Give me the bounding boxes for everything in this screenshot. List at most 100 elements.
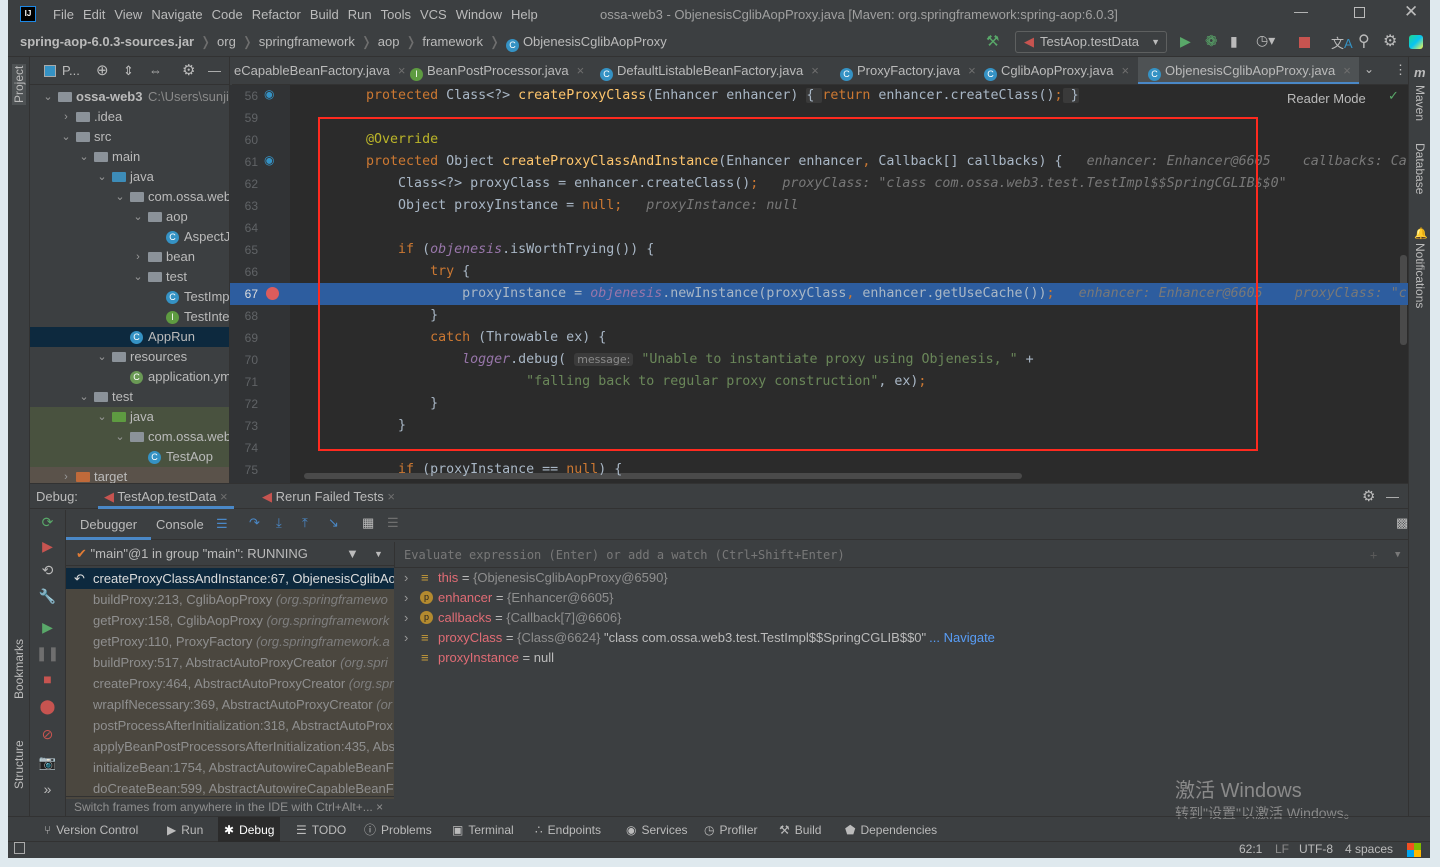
tree-item[interactable]: C AspectJT xyxy=(30,227,229,247)
chevron-right-icon[interactable]: › xyxy=(60,467,72,483)
chevron-down-icon[interactable]: ⌄ xyxy=(132,207,144,227)
close-tab-icon[interactable]: × xyxy=(1121,63,1129,78)
tool-run[interactable]: ▶ Run xyxy=(161,817,209,843)
file-encoding[interactable]: UTF-8 xyxy=(1299,842,1333,856)
code-line[interactable]: proxyInstance = objenesis.newInstance(pr… xyxy=(290,283,1408,305)
tree-item[interactable]: ⌄ com.ossa.web3 xyxy=(30,187,229,207)
code-line[interactable] xyxy=(290,107,1408,129)
chevron-down-icon[interactable]: ⌄ xyxy=(96,347,108,367)
translate-icon[interactable]: 文A xyxy=(1331,33,1353,52)
editor-tab[interactable]: C ProxyFactory.java × xyxy=(830,57,984,84)
line-number[interactable]: 75 xyxy=(234,463,258,477)
tool-profiler[interactable]: ◷ Profiler xyxy=(698,817,764,843)
tree-item[interactable]: ⌄ com.ossa.web3 xyxy=(30,427,229,447)
chevron-down-icon[interactable]: ⌄ xyxy=(42,87,54,107)
line-number[interactable]: 61 xyxy=(234,155,258,169)
breadcrumb-item[interactable]: spring-aop-6.0.3-sources.jar xyxy=(20,34,194,49)
options-gear-icon[interactable]: ⚙ xyxy=(182,57,195,85)
tree-item[interactable]: ⌄ resources xyxy=(30,347,229,367)
breakpoint-icon[interactable] xyxy=(266,287,279,300)
line-number[interactable]: 74 xyxy=(234,441,258,455)
editor-tab[interactable]: I BeanPostProcessor.java × xyxy=(400,57,592,84)
menu-vcs[interactable]: VCS xyxy=(420,7,447,22)
search-icon[interactable]: ⚲ xyxy=(1358,31,1370,51)
stack-frame[interactable]: applyBeanPostProcessorsAfterInitializati… xyxy=(66,736,394,757)
chevron-right-icon[interactable]: › xyxy=(404,628,408,648)
build-hammer-icon[interactable]: ⚒ xyxy=(986,32,999,50)
code-line[interactable]: @Override xyxy=(290,129,1408,151)
minimize-button[interactable]: — xyxy=(1294,3,1308,19)
tool-version-control[interactable]: ⑂ Version Control xyxy=(38,817,144,843)
code-line[interactable]: catch (Throwable ex) { xyxy=(290,327,1408,349)
toggle-tool-windows-icon[interactable] xyxy=(14,842,25,854)
tree-item[interactable]: ⌄ test xyxy=(30,387,229,407)
tabs-more-icon[interactable]: ⋮ xyxy=(1394,62,1407,78)
chevron-down-icon[interactable]: ⌄ xyxy=(96,167,108,187)
line-number[interactable]: 69 xyxy=(234,331,258,345)
variable-row[interactable]: › p enhancer = {Enhancer@6605} xyxy=(394,588,614,608)
toolbox-logo-icon[interactable] xyxy=(1409,35,1423,49)
tool-problems[interactable]: ⓘ Problems xyxy=(358,817,438,843)
tool-debug[interactable]: ✱ Debug xyxy=(218,817,281,843)
chevron-down-icon[interactable]: ⌄ xyxy=(78,147,90,167)
navigate-link[interactable]: ... Navigate xyxy=(929,630,995,645)
collapse-all-icon[interactable]: ⇔ xyxy=(149,57,162,85)
override-marker-icon[interactable]: ◉ xyxy=(264,87,274,101)
line-number[interactable]: 64 xyxy=(234,221,258,235)
line-number[interactable]: 59 xyxy=(234,111,258,125)
stack-frame[interactable]: ↶ createProxyClassAndInstance:67, Objenes… xyxy=(66,568,394,589)
chevron-right-icon[interactable]: › xyxy=(404,588,408,608)
menu-view[interactable]: View xyxy=(114,7,142,22)
editor-tab[interactable]: C CglibAopProxy.java × xyxy=(974,57,1137,84)
chevron-down-icon[interactable]: ⌄ xyxy=(78,387,90,407)
close-tab-icon[interactable]: × xyxy=(1343,63,1351,78)
tool-todo[interactable]: ☰ TODO xyxy=(290,817,352,843)
tree-item[interactable]: C TestImp xyxy=(30,287,229,307)
chevron-down-icon[interactable]: ⌄ xyxy=(96,407,108,427)
chevron-right-icon[interactable]: › xyxy=(404,608,408,628)
menu-tools[interactable]: Tools xyxy=(381,7,411,22)
line-number[interactable]: 73 xyxy=(234,419,258,433)
stack-frame[interactable]: wrapIfNecessary:369, AbstractAutoProxyCr… xyxy=(66,694,394,715)
line-number[interactable]: 70 xyxy=(234,353,258,367)
maximize-button[interactable] xyxy=(1354,7,1365,18)
debug-settings-icon[interactable]: ⚙ xyxy=(1362,484,1375,509)
tool-services[interactable]: ◉ Services xyxy=(620,817,694,843)
code-line[interactable] xyxy=(290,437,1408,459)
code-line[interactable]: Object proxyInstance = null; proxyInstan… xyxy=(290,195,1408,217)
tree-item[interactable]: C AppRun xyxy=(30,327,229,347)
tool-endpoints[interactable]: ∴ Endpoints xyxy=(529,817,607,843)
stack-frame[interactable]: getProxy:110, ProxyFactory (org.springfr… xyxy=(66,631,394,652)
variable-row[interactable]: › ≡ this = {ObjenesisCglibAopProxy@6590} xyxy=(394,568,668,588)
add-watch-icon[interactable]: + xyxy=(1370,542,1377,568)
tree-item[interactable]: ⌄ java xyxy=(30,407,229,427)
project-view-label[interactable]: P... xyxy=(62,57,80,85)
menu-refactor[interactable]: Refactor xyxy=(252,7,301,22)
tool-terminal[interactable]: ▣ Terminal xyxy=(446,817,520,843)
tree-item[interactable]: › bean xyxy=(30,247,229,267)
menu-code[interactable]: Code xyxy=(212,7,243,22)
code-line[interactable]: try { xyxy=(290,261,1408,283)
hide-icon[interactable]: — xyxy=(208,57,221,85)
menu-build[interactable]: Build xyxy=(310,7,339,22)
structure-tool-button[interactable]: Structure xyxy=(12,740,26,789)
profiler-icon[interactable]: ◷▾ xyxy=(1256,32,1275,49)
chevron-right-icon[interactable]: › xyxy=(404,568,408,588)
breadcrumb-item[interactable]: ObjenesisCglibAopProxy xyxy=(523,34,667,49)
code-line[interactable]: logger.debug( message: "Unable to instan… xyxy=(290,349,1408,371)
evaluate-expression-input[interactable]: Evaluate expression (Enter) or add a wat… xyxy=(394,542,1408,568)
chevron-right-icon[interactable]: › xyxy=(60,107,72,127)
line-number[interactable]: 68 xyxy=(234,309,258,323)
line-number[interactable]: 66 xyxy=(234,265,258,279)
locate-icon[interactable]: ⊕ xyxy=(96,57,109,85)
menu-navigate[interactable]: Navigate xyxy=(151,7,202,22)
project-tool-button[interactable]: Project xyxy=(12,63,26,105)
tree-item[interactable]: I TestInte xyxy=(30,307,229,327)
line-number[interactable]: 67 xyxy=(234,287,258,301)
stack-frame[interactable]: getProxy:158, CglibAopProxy (org.springf… xyxy=(66,610,394,631)
code-line[interactable]: if (objenesis.isWorthTrying()) { xyxy=(290,239,1408,261)
chevron-down-icon[interactable]: ▼ xyxy=(1395,542,1400,568)
breadcrumb-item[interactable]: springframework xyxy=(259,34,355,49)
tree-item[interactable]: C TestAop xyxy=(30,447,229,467)
code-line[interactable]: } xyxy=(290,393,1408,415)
